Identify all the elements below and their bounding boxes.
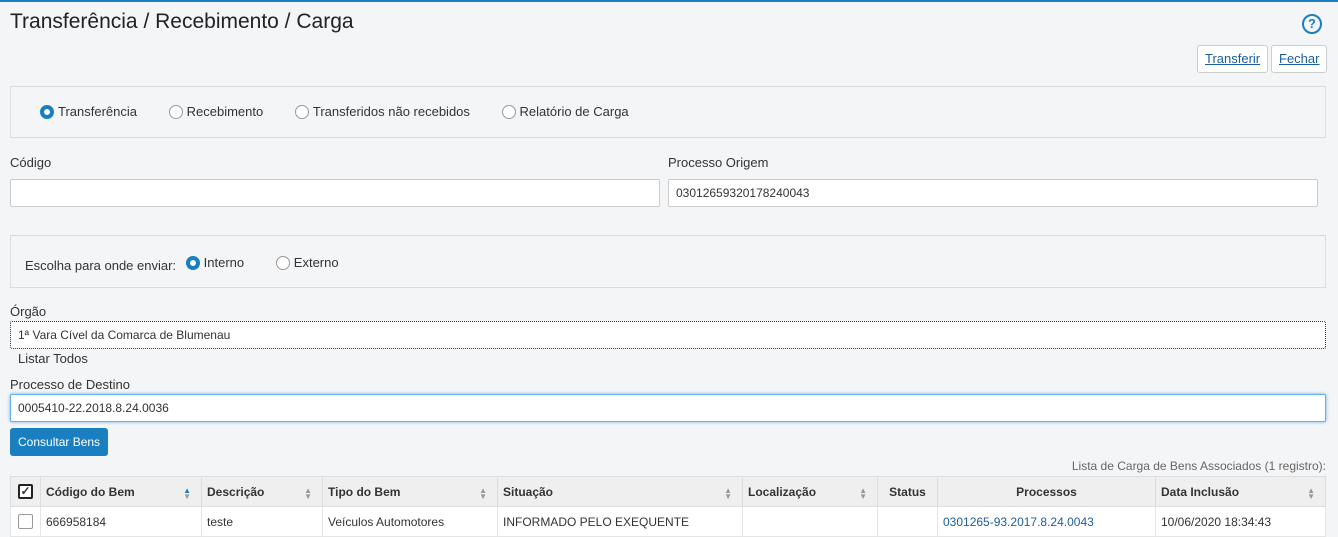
orgao-input[interactable]: 1ª Vara Cível da Comarca de Blumenau — [10, 321, 1326, 349]
radio-recebimento[interactable]: Recebimento — [168, 104, 263, 119]
page-title: Transferência / Recebimento / Carga — [10, 10, 354, 33]
processo-destino-label: Processo de Destino — [10, 377, 130, 392]
transferir-button[interactable]: Transferir — [1197, 45, 1269, 73]
cell-tipo-bem: Veículos Automotores — [322, 506, 498, 537]
row-checkbox[interactable] — [18, 514, 33, 530]
table-caption: Lista de Carga de Bens Associados (1 reg… — [1071, 459, 1326, 473]
select-all-header: ✓ — [10, 476, 41, 507]
cell-data-inclusao: 10/06/2020 18:34:43 — [1155, 506, 1326, 537]
row-select-cell — [10, 506, 41, 537]
codigo-input[interactable] — [10, 179, 660, 207]
mode-panel: Transferência Recebimento Transferidos n… — [10, 86, 1326, 138]
orgao-label: Órgão — [10, 304, 47, 319]
listar-todos-link[interactable]: Listar Todos — [18, 351, 88, 366]
radio-empty-icon — [168, 104, 183, 119]
header-tipo-bem[interactable]: Tipo do Bem ▲ ▼ — [322, 476, 498, 507]
cell-situacao: INFORMADO PELO EXEQUENTE — [497, 506, 743, 537]
destino-label: Escolha para onde enviar: — [25, 257, 177, 273]
processo-destino-input[interactable]: 0005410-22.2018.8.24.0036 — [10, 394, 1326, 422]
radio-empty-icon — [501, 104, 516, 119]
radio-transferidos-nao-recebidos[interactable]: Transferidos não recebidos — [294, 104, 470, 119]
select-all-checkbox[interactable]: ✓ — [18, 484, 33, 500]
sort-icon: ▲ ▼ — [724, 486, 732, 501]
radio-externo[interactable]: Externo — [275, 255, 339, 270]
radio-interno[interactable]: Interno — [185, 255, 244, 270]
header-status: Status — [877, 476, 938, 507]
radio-empty-icon — [294, 104, 309, 119]
processo-link[interactable]: 0301265-93.2017.8.24.0043 — [943, 515, 1094, 529]
header-processos: Processos — [937, 476, 1156, 507]
table-row[interactable]: 666958184 teste Veículos Automotores INF… — [10, 506, 1326, 537]
header-descricao[interactable]: Descrição ▲ ▼ — [201, 476, 323, 507]
header-localizacao[interactable]: Localização ▲ ▼ — [742, 476, 878, 507]
sort-icon: ▲ ▼ — [479, 486, 487, 501]
radio-transferencia[interactable]: Transferência — [40, 104, 137, 119]
sort-icon: ▲ ▼ — [1307, 486, 1315, 501]
radio-selected-icon — [40, 104, 54, 119]
table-header-row: ✓ Código do Bem ▲ ▼ Descrição ▲ ▼ Tipo do Be… — [10, 476, 1326, 507]
cell-status — [877, 506, 938, 537]
sort-icon: ▲ ▼ — [304, 486, 312, 501]
sort-icon: ▲ ▼ — [859, 486, 867, 501]
help-icon[interactable]: ? — [1302, 14, 1322, 34]
radio-relatorio-carga[interactable]: Relatório de Carga — [501, 104, 629, 119]
bens-table: ✓ Código do Bem ▲ ▼ Descrição ▲ ▼ Tipo do Be… — [10, 476, 1326, 537]
header-situacao[interactable]: Situação ▲ ▼ — [497, 476, 743, 507]
destino-panel: Escolha para onde enviar: Interno Extern… — [10, 235, 1326, 288]
cell-codigo-bem: 666958184 — [40, 506, 202, 537]
consultar-bens-button[interactable]: Consultar Bens — [10, 428, 109, 456]
codigo-label: Código — [10, 155, 52, 170]
processo-origem-label: Processo Origem — [668, 155, 769, 170]
radio-selected-icon — [185, 255, 200, 270]
sort-icon: ▲ ▼ — [183, 486, 191, 501]
cell-processos: 0301265-93.2017.8.24.0043 — [937, 506, 1156, 537]
radio-empty-icon — [275, 255, 290, 270]
fechar-button[interactable]: Fechar — [1271, 45, 1328, 73]
header-codigo-bem[interactable]: Código do Bem ▲ ▼ — [40, 476, 202, 507]
header-data-inclusao[interactable]: Data Inclusão ▲ ▼ — [1155, 476, 1326, 507]
processo-origem-input[interactable]: 03012659320178240043 — [668, 179, 1318, 207]
cell-descricao: teste — [201, 506, 323, 537]
cell-localizacao — [742, 506, 878, 537]
